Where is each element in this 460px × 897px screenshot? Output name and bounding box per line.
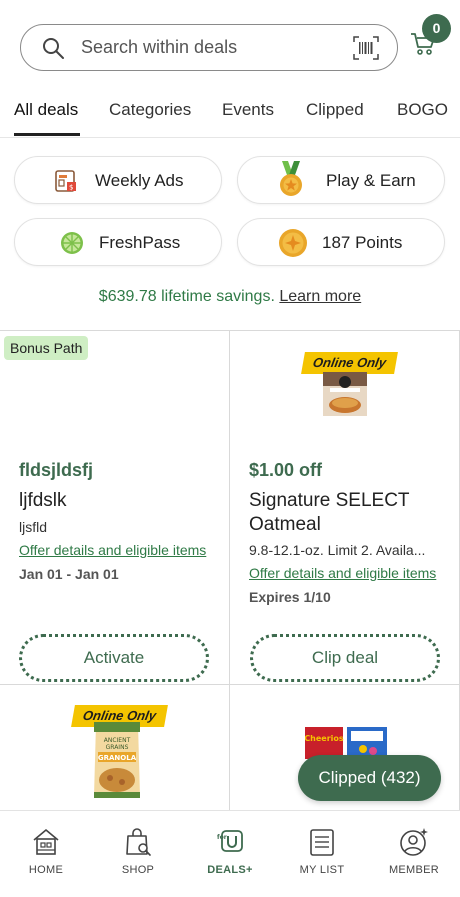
grid-divider	[229, 330, 230, 810]
offer-details-link[interactable]: Offer details and eligible items	[249, 565, 436, 581]
play-earn-label: Play & Earn	[326, 171, 416, 190]
barcode-scan-icon[interactable]	[353, 36, 379, 60]
bonus-path-badge: Bonus Path	[4, 336, 89, 360]
for-u-deals-icon: for	[217, 830, 243, 852]
freshpass-button[interactable]: FreshPass	[14, 218, 222, 266]
activate-button[interactable]: Activate	[19, 634, 209, 682]
deal-tabs: All deals Categories Events Clipped BOGO	[0, 90, 460, 138]
tab-bogo[interactable]: BOGO	[397, 100, 448, 120]
lime-slice-icon	[61, 232, 83, 254]
grid-divider	[0, 684, 460, 685]
weekly-ad-icon: $	[55, 170, 76, 192]
freshpass-label: FreshPass	[99, 233, 181, 252]
tab-events[interactable]: Events	[222, 100, 274, 120]
home-icon	[33, 829, 59, 855]
bottom-nav: HOME SHOP for DEALS+ MY LIST MEMBER	[0, 810, 460, 897]
tab-categories[interactable]: Categories	[109, 100, 191, 120]
lifetime-savings: $639.78 lifetime savings. Learn more	[0, 288, 460, 306]
list-icon	[310, 829, 334, 856]
play-earn-button[interactable]: Play & Earn	[237, 156, 445, 204]
tab-clipped[interactable]: Clipped	[306, 100, 364, 120]
learn-more-link[interactable]: Learn more	[279, 288, 361, 305]
online-only-tag: Online Only	[301, 352, 398, 374]
nav-shop-label: SHOP	[121, 864, 155, 876]
points-button[interactable]: 187 Points	[237, 218, 445, 266]
cart-count-badge: 0	[422, 14, 451, 43]
shopping-bag-search-icon	[126, 828, 151, 856]
svg-text:$: $	[69, 184, 73, 192]
svg-text:ANCIENT: ANCIENT	[104, 737, 131, 744]
oatmeal-product-image	[323, 372, 367, 416]
header: Search within deals 0	[0, 0, 460, 90]
search-icon	[43, 38, 64, 59]
weekly-ads-label: Weekly Ads	[95, 171, 184, 190]
weekly-ads-button[interactable]: $ Weekly Ads	[14, 156, 222, 204]
clip-deal-button[interactable]: Clip deal	[250, 634, 440, 682]
svg-text:GRAINS: GRAINS	[106, 744, 129, 751]
offer-description: 9.8-12.1-oz. Limit 2. Availa...	[249, 542, 426, 558]
nav-member[interactable]: MEMBER	[368, 811, 460, 897]
offer-expiry: Expires 1/10	[249, 589, 331, 605]
nav-shop[interactable]: SHOP	[92, 811, 184, 897]
clipped-count-button[interactable]: Clipped (432)	[298, 755, 441, 801]
offer-description: ljsfld	[19, 519, 48, 535]
nav-deals[interactable]: for DEALS+	[184, 811, 276, 897]
offer-dates: Jan 01 - Jan 01	[19, 566, 119, 582]
grid-divider	[0, 330, 460, 331]
nav-my-list-label: MY LIST	[299, 864, 345, 876]
nav-home-label: HOME	[28, 864, 64, 876]
svg-text:Cheerios: Cheerios	[305, 734, 344, 743]
cart-button[interactable]: 0	[408, 14, 452, 58]
offer-title: fldsjldsfj	[19, 460, 94, 480]
points-coin-icon	[279, 229, 307, 257]
tab-all-deals[interactable]: All deals	[14, 100, 78, 120]
nav-deals-label: DEALS+	[207, 864, 253, 876]
granola-product-image: ANCIENT GRAINS GRANOLA	[94, 722, 140, 798]
nav-member-label: MEMBER	[388, 864, 440, 876]
member-profile-icon	[400, 828, 428, 856]
nav-my-list[interactable]: MY LIST	[276, 811, 368, 897]
active-tab-indicator	[14, 133, 80, 136]
points-label: 187 Points	[322, 233, 403, 252]
savings-amount: $639.78 lifetime savings.	[98, 288, 275, 305]
offer-name: ljfdslk	[19, 490, 67, 511]
svg-text:GRANOLA: GRANOLA	[98, 754, 137, 762]
medal-icon	[280, 161, 302, 196]
search-placeholder: Search within deals	[81, 37, 238, 57]
svg-text:for: for	[217, 834, 227, 841]
nav-home[interactable]: HOME	[0, 811, 92, 897]
offer-name: Signature SELECT Oatmeal	[249, 490, 410, 535]
offer-title: $1.00 off	[249, 460, 323, 480]
offer-details-link[interactable]: Offer details and eligible items	[19, 542, 206, 558]
search-input[interactable]: Search within deals	[20, 24, 398, 71]
